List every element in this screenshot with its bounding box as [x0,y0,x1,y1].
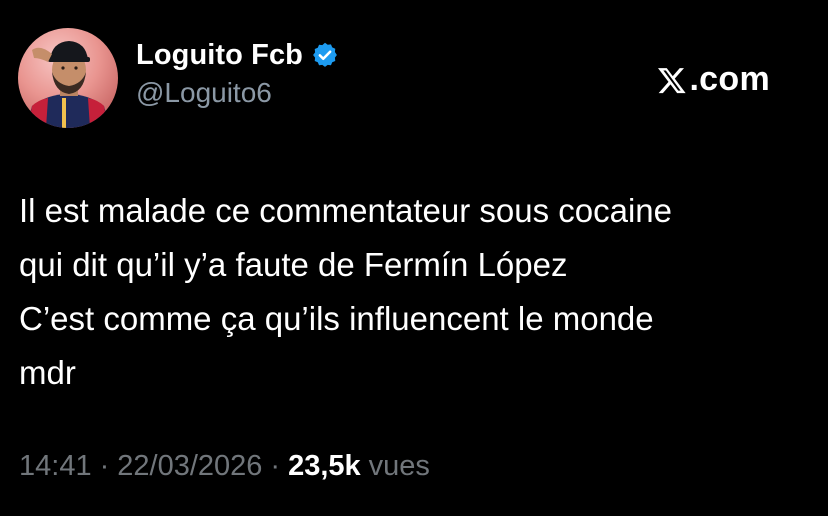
display-name[interactable]: Loguito Fcb [136,39,303,72]
verified-badge-icon [311,41,339,69]
brand-domain: .com [689,60,770,98]
meta-separator: · [270,450,281,482]
tweet-line: mdr [19,354,76,391]
avatar-image [26,41,110,128]
meta-separator: · [99,450,110,482]
tweet-header: Loguito Fcb @Loguito6 .com [18,24,810,128]
tweet-line: Il est malade ce commentateur sous cocai… [19,192,672,229]
author-info: Loguito Fcb @Loguito6 [136,36,339,109]
tweet-line: qui dit qu’il y’a faute de Fermín López [19,246,568,283]
tweet-time[interactable]: 14:41 [19,450,92,483]
tweet-date[interactable]: 22/03/2026 [117,450,262,483]
tweet-text: Il est malade ce commentateur sous cocai… [19,184,799,400]
tweet-line: C’est comme ça qu’ils influencent le mon… [19,300,654,337]
name-row: Loguito Fcb [136,36,339,74]
avatar[interactable] [18,28,118,128]
x-logo-icon [658,67,687,93]
tweet-meta: 14:41 · 22/03/2026 · 23,5k vues [19,450,430,483]
views-label: vues [368,450,430,482]
views-count: 23,5k [288,450,361,482]
tweet-card: Loguito Fcb @Loguito6 .com Il est malade… [0,0,828,516]
user-handle[interactable]: @Loguito6 [136,77,339,109]
x-brand: .com [657,60,770,99]
